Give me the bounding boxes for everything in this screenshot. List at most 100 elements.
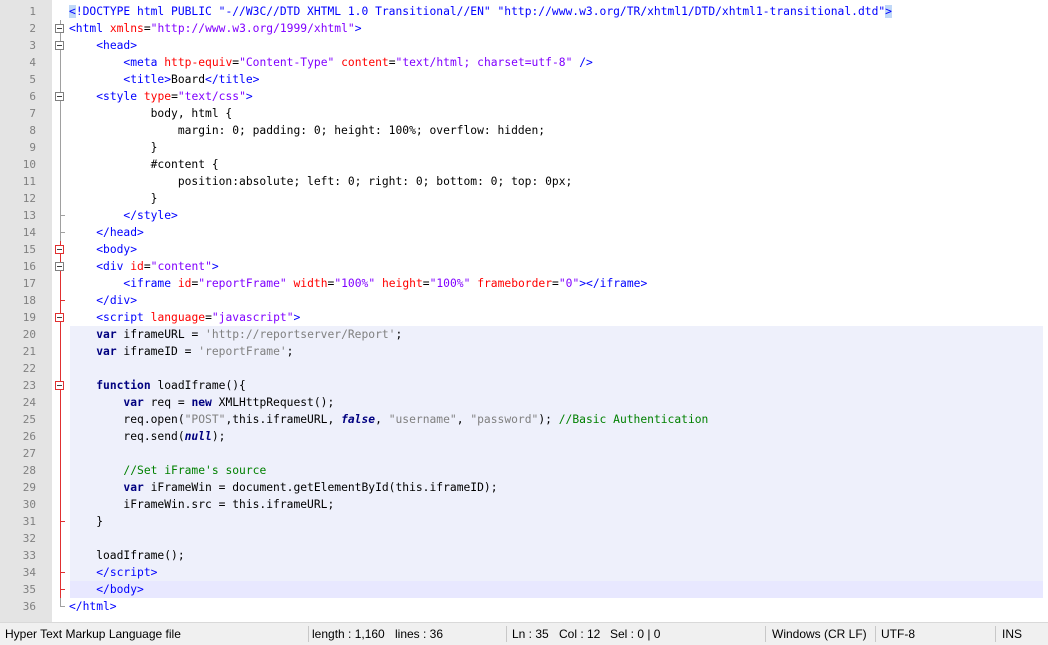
status-encoding[interactable]: UTF-8: [881, 623, 915, 645]
line-number: 31: [22, 515, 36, 528]
fold-guide: [60, 156, 61, 173]
code-line[interactable]: 27: [0, 445, 1048, 462]
code-line[interactable]: 17 <iframe id="reportFrame" width="100%"…: [0, 275, 1048, 292]
fold-toggle-icon[interactable]: [55, 24, 64, 33]
line-number: 9: [29, 141, 36, 154]
fold-end-marker: [60, 606, 65, 607]
line-number: 29: [22, 481, 36, 494]
code-line[interactable]: 33 loadIframe();: [0, 547, 1048, 564]
code-line[interactable]: 19 <script language="javascript">: [0, 309, 1048, 326]
code-line[interactable]: 23 function loadIframe(){: [0, 377, 1048, 394]
fold-end-marker: [60, 589, 65, 590]
code-line[interactable]: 21 var iframeID = 'reportFrame';: [0, 343, 1048, 360]
line-number: 27: [22, 447, 36, 460]
code-text: req.open("POST",this.iframeURL, false, "…: [69, 413, 709, 426]
line-highlight: [70, 513, 1043, 530]
code-line[interactable]: 25 req.open("POST",this.iframeURL, false…: [0, 411, 1048, 428]
status-divider: [765, 626, 766, 642]
status-divider: [308, 626, 309, 642]
line-number: 25: [22, 413, 36, 426]
code-line[interactable]: 34 </script>: [0, 564, 1048, 581]
status-line-number: Ln : 35: [512, 627, 549, 641]
line-number: 7: [29, 107, 36, 120]
code-line[interactable]: 11 position:absolute; left: 0; right: 0;…: [0, 173, 1048, 190]
code-text: <div id="content">: [96, 260, 219, 273]
fold-guide: [60, 496, 61, 513]
code-line[interactable]: 28 //Set iFrame's source: [0, 462, 1048, 479]
code-text: var req = new XMLHttpRequest();: [123, 396, 335, 409]
fold-toggle-icon[interactable]: [55, 262, 64, 271]
fold-toggle-icon[interactable]: [55, 313, 64, 322]
fold-toggle-icon[interactable]: [55, 381, 64, 390]
line-number: 33: [22, 549, 36, 562]
code-line[interactable]: 13 </style>: [0, 207, 1048, 224]
line-number: 15: [22, 243, 36, 256]
fold-guide: [60, 326, 61, 343]
code-line[interactable]: 7 body, html {: [0, 105, 1048, 122]
code-line[interactable]: 20 var iframeURL = 'http://reportserver/…: [0, 326, 1048, 343]
status-eol[interactable]: Windows (CR LF): [772, 623, 867, 645]
code-text: margin: 0; padding: 0; height: 100%; ove…: [69, 124, 546, 137]
code-editor[interactable]: 1 <!DOCTYPE html PUBLIC "-//W3C//DTD XHTM…: [0, 0, 1048, 622]
code-line[interactable]: 18 </div>: [0, 292, 1048, 309]
code-line[interactable]: 31 }: [0, 513, 1048, 530]
code-line[interactable]: 26 req.send(null);: [0, 428, 1048, 445]
status-bar: Hyper Text Markup Language file length :…: [0, 622, 1048, 645]
fold-guide: [60, 394, 61, 411]
fold-guide: [60, 190, 61, 207]
fold-guide: [60, 462, 61, 479]
fold-toggle-icon[interactable]: [55, 92, 64, 101]
code-text: <!DOCTYPE html PUBLIC "-//W3C//DTD XHTML…: [69, 5, 892, 18]
line-number: 22: [22, 362, 36, 375]
code-text: }: [69, 515, 104, 528]
line-number: 12: [22, 192, 36, 205]
code-line[interactable]: 5 <title>Board</title>: [0, 71, 1048, 88]
code-line[interactable]: 3 <head>: [0, 37, 1048, 54]
code-line[interactable]: 12 }: [0, 190, 1048, 207]
line-highlight: [70, 564, 1043, 581]
code-line[interactable]: 10 #content {: [0, 156, 1048, 173]
status-insert-mode[interactable]: INS: [1002, 623, 1022, 645]
code-text: <style type="text/css">: [96, 90, 253, 103]
status-file-type: Hyper Text Markup Language file: [5, 627, 181, 641]
code-line[interactable]: 6 <style type="text/css">: [0, 88, 1048, 105]
line-number: 21: [22, 345, 36, 358]
code-line[interactable]: 16 <div id="content">: [0, 258, 1048, 275]
code-line[interactable]: 32: [0, 530, 1048, 547]
code-text: req.send(null);: [69, 430, 226, 443]
code-line[interactable]: 2 <html xmlns="http://www.w3.org/1999/xht…: [0, 20, 1048, 37]
code-line[interactable]: 1 <!DOCTYPE html PUBLIC "-//W3C//DTD XHTM…: [0, 3, 1048, 20]
code-line[interactable]: 30 iFrameWin.src = this.iframeURL;: [0, 496, 1048, 513]
fold-guide: [60, 530, 61, 547]
code-line[interactable]: 8 margin: 0; padding: 0; height: 100%; o…: [0, 122, 1048, 139]
code-line[interactable]: 15 <body>: [0, 241, 1048, 258]
line-number: 4: [29, 56, 36, 69]
code-line[interactable]: 14 </head>: [0, 224, 1048, 241]
line-number: 28: [22, 464, 36, 477]
fold-toggle-icon[interactable]: [55, 245, 64, 254]
code-text: </body>: [96, 583, 144, 596]
line-number: 16: [22, 260, 36, 273]
fold-guide: [60, 411, 61, 428]
code-line[interactable]: 35 </body>: [0, 581, 1048, 598]
line-number: 13: [22, 209, 36, 222]
status-selection: Sel : 0 | 0: [610, 627, 661, 641]
code-line[interactable]: 22: [0, 360, 1048, 377]
line-number: 10: [22, 158, 36, 171]
code-line[interactable]: 29 var iFrameWin = document.getElementBy…: [0, 479, 1048, 496]
fold-guide: [60, 343, 61, 360]
fold-toggle-icon[interactable]: [55, 41, 64, 50]
code-line[interactable]: 36 </html>: [0, 598, 1048, 615]
code-line[interactable]: 4 <meta http-equiv="Content-Type" conten…: [0, 54, 1048, 71]
code-text: var iframeID = 'reportFrame';: [96, 345, 294, 358]
line-highlight: [70, 530, 1043, 547]
line-highlight: [70, 445, 1043, 462]
line-number: 34: [22, 566, 36, 579]
code-text: <title>Board</title>: [123, 73, 260, 86]
code-text: iFrameWin.src = this.iframeURL;: [69, 498, 335, 511]
line-number: 18: [22, 294, 36, 307]
fold-guide: [60, 173, 61, 190]
code-line[interactable]: 9 }: [0, 139, 1048, 156]
code-line[interactable]: 24 var req = new XMLHttpRequest();: [0, 394, 1048, 411]
code-text: <iframe id="reportFrame" width="100%" he…: [123, 277, 648, 290]
